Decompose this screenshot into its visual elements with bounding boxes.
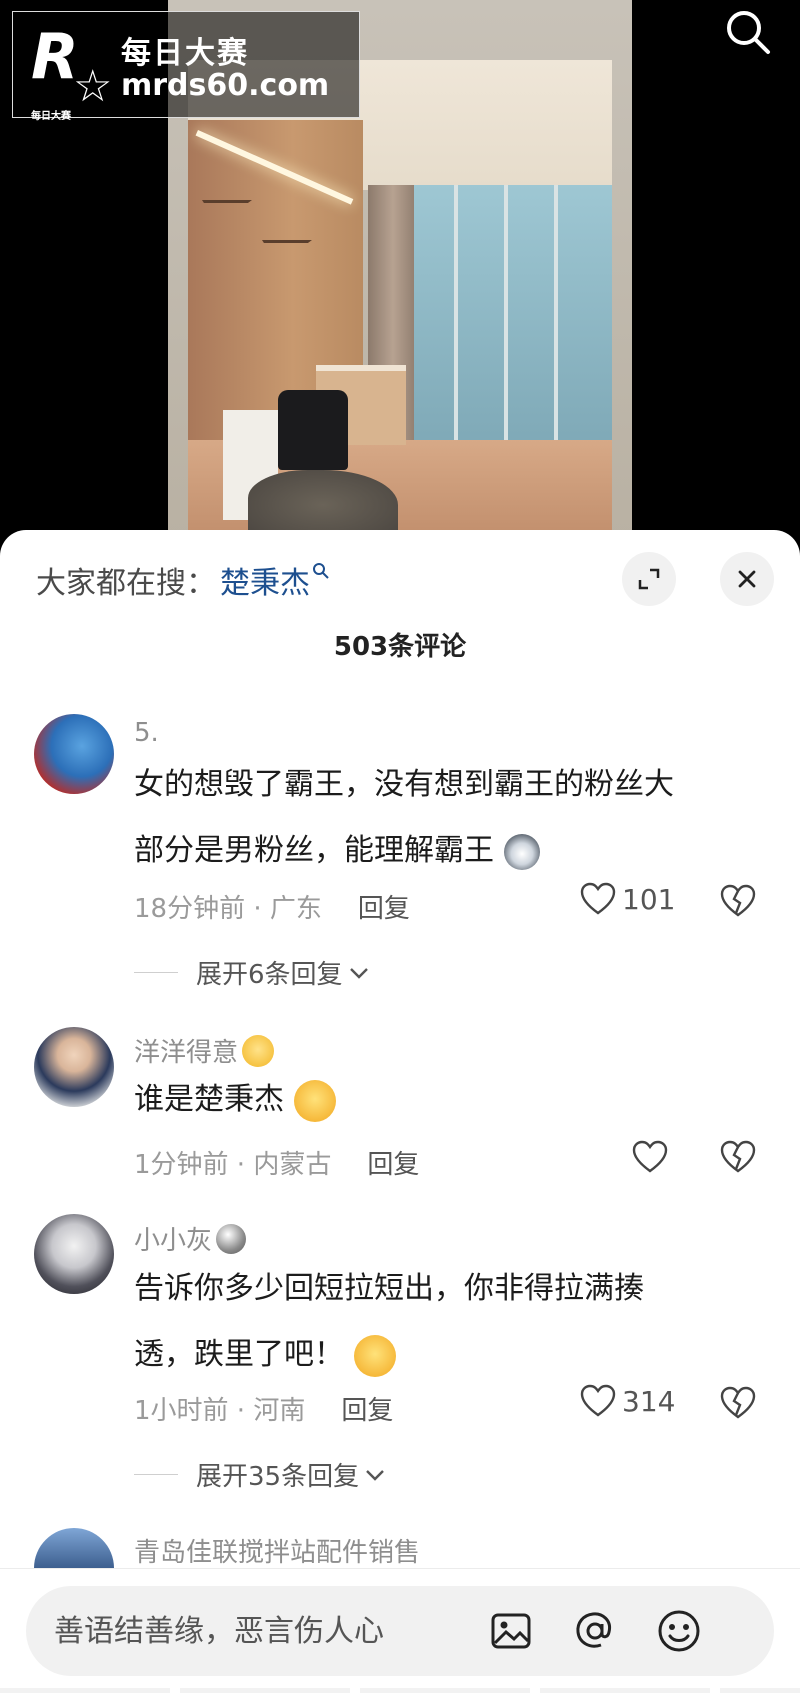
search-icon <box>313 563 329 579</box>
avatar[interactable] <box>34 1528 114 1568</box>
chevron-down-icon <box>366 1469 384 1481</box>
broken-heart-icon <box>720 884 756 917</box>
hot-search-label: 大家都在搜： <box>36 566 216 601</box>
husky-emoji-icon <box>503 833 540 870</box>
laughing-crying-emoji-icon <box>353 1334 396 1377</box>
reply-button[interactable]: 回复 <box>341 1390 393 1427</box>
laughing-crying-emoji-icon <box>293 1079 336 1122</box>
chevron-down-icon <box>349 967 368 979</box>
comment-text: 女的想毁了霸王，没有想到霸王的粉丝大 部分是男粉丝，能理解霸王 <box>134 767 674 870</box>
comment-author[interactable]: 洋洋得意 <box>134 1032 275 1069</box>
close-button[interactable] <box>720 552 774 606</box>
like-button[interactable]: 314 <box>580 1384 675 1418</box>
broken-heart-icon <box>720 1386 756 1419</box>
avatar[interactable] <box>34 1027 114 1107</box>
comment-count: 503条评论 <box>333 632 467 662</box>
comment-input-bar <box>26 1586 774 1676</box>
dislike-button[interactable] <box>720 1386 756 1424</box>
heart-icon <box>580 1384 616 1417</box>
expand-button[interactable] <box>622 552 676 606</box>
at-icon[interactable] <box>570 1606 620 1656</box>
cool-emoji-icon <box>242 1034 275 1067</box>
expand-replies-button[interactable]: 展开35条回复 <box>134 1456 385 1493</box>
comment-author[interactable]: 小小灰 <box>134 1220 247 1257</box>
comment-author[interactable]: 5. <box>134 718 159 748</box>
dislike-button[interactable] <box>720 884 756 922</box>
bottom-edge <box>0 1688 800 1693</box>
comment-text: 告诉你多少回短拉短出，你非得拉满揍 透，跌里了吧！ <box>134 1256 754 1388</box>
billiard-ball-icon <box>216 1223 247 1254</box>
comment-meta: 1分钟前 · 内蒙古 回复 <box>134 1144 419 1181</box>
search-icon[interactable] <box>722 6 774 58</box>
close-icon <box>738 570 756 588</box>
avatar[interactable] <box>34 1214 114 1294</box>
video-player[interactable]: R ☆ 每日大赛 每日大赛 mrds60.com <box>0 0 800 540</box>
watermark-url: mrds60.com <box>121 68 330 103</box>
comment-input[interactable] <box>54 1586 514 1676</box>
heart-icon <box>580 882 616 915</box>
comment-sheet: 大家都在搜： 楚秉杰 503条评论 5. 女的想毁了霸王，没有想到霸王的粉丝大 … <box>0 530 800 1693</box>
expand-replies-button[interactable]: 展开6条回复 <box>134 954 369 991</box>
input-divider <box>0 1568 800 1569</box>
comment-meta: 1小时前 · 河南 回复 <box>134 1390 393 1427</box>
expand-icon <box>638 568 660 590</box>
hot-search-row[interactable]: 大家都在搜： 楚秉杰 <box>36 558 330 602</box>
emoji-icon[interactable] <box>654 1606 704 1656</box>
watermark-logo: R ☆ 每日大赛 每日大赛 mrds60.com <box>12 11 360 123</box>
brand-mark: R ☆ 每日大赛 <box>31 20 113 123</box>
comment-meta: 18分钟前 · 广东 回复 <box>134 888 410 925</box>
avatar[interactable] <box>34 714 114 794</box>
image-icon[interactable] <box>486 1606 536 1656</box>
heart-icon <box>632 1140 668 1173</box>
reply-button[interactable]: 回复 <box>358 888 410 925</box>
comment-author[interactable]: 青岛佳联搅拌站配件销售 <box>134 1532 420 1569</box>
reply-button[interactable]: 回复 <box>367 1144 419 1181</box>
hot-search-term[interactable]: 楚秉杰 <box>220 558 310 602</box>
watermark-brand: 每日大赛 <box>121 36 249 71</box>
dislike-button[interactable] <box>720 1140 756 1178</box>
like-button[interactable]: 101 <box>580 882 675 916</box>
broken-heart-icon <box>720 1140 756 1173</box>
like-button[interactable] <box>632 1140 674 1174</box>
comment-text: 谁是楚秉杰 <box>134 1067 754 1133</box>
